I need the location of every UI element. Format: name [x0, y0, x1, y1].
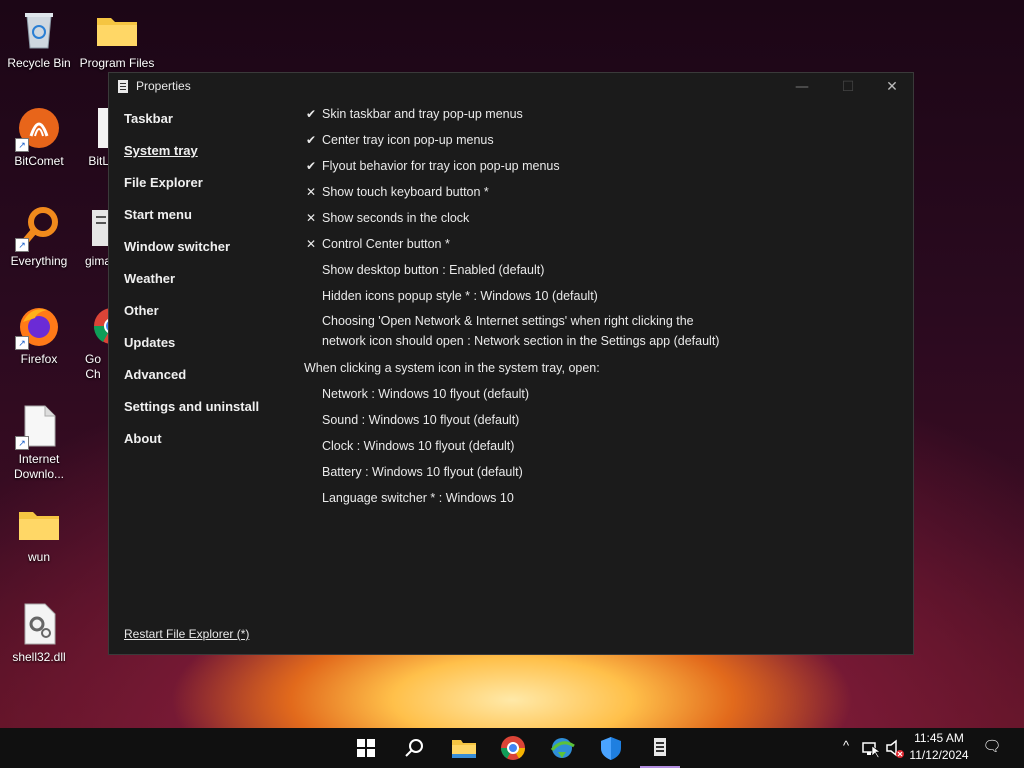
nav-item-weather[interactable]: Weather: [124, 271, 175, 286]
document-icon: ↗: [15, 404, 61, 450]
tray-network-button[interactable]: [860, 734, 882, 762]
restart-file-explorer-link[interactable]: Restart File Explorer (*): [124, 627, 249, 641]
desktop-icon-shell32-dll[interactable]: shell32.dll: [0, 602, 78, 665]
clock-date: 11/12/2024: [909, 748, 969, 762]
desktop-icon-label: Everything: [10, 254, 68, 268]
network-icon: [862, 742, 881, 759]
clock-time: 11:45 AM: [914, 731, 964, 745]
shortcut-arrow-icon: ↗: [15, 336, 29, 350]
desktop-icon-label: wun: [27, 550, 50, 564]
setting-label: Skin taskbar and tray pop-up menus: [322, 107, 523, 121]
setting-label: Choosing 'Open Network & Internet settin…: [322, 314, 720, 348]
desktop-icon-label: Go Ch: [84, 352, 101, 381]
desktop-icon-bitcomet[interactable]: ↗ BitComet: [0, 106, 78, 169]
setting-label: Network : Windows 10 flyout (default): [322, 387, 530, 401]
desktop-icon-program-files[interactable]: Program Files: [78, 8, 156, 71]
taskbar-windows-security[interactable]: [597, 734, 625, 762]
desktop-icon-label: gima: [84, 254, 110, 268]
cross-icon: ✕: [305, 211, 317, 225]
folder-icon: [17, 502, 61, 546]
notification-center-button[interactable]: 🗨: [980, 737, 1004, 755]
shortcut-arrow-icon: ↗: [15, 436, 29, 450]
tray-clock[interactable]: 11:45 AM 11/12/2024: [906, 731, 972, 762]
desktop-icon-gima[interactable]: gima: [78, 206, 110, 269]
recycle-bin-icon: [17, 8, 61, 52]
nav-item-system-tray[interactable]: System tray: [124, 143, 198, 158]
chrome-icon: [500, 736, 526, 760]
close-button[interactable]: ✕: [869, 73, 915, 101]
search-icon: [405, 739, 423, 757]
setting-label: Center tray icon pop-up menus: [322, 133, 494, 147]
start-button[interactable]: [352, 734, 380, 762]
desktop-icon-label: Program Files: [79, 56, 155, 70]
setting-label: Battery : Windows 10 flyout (default): [322, 465, 523, 479]
properties-window: Properties — ☐ ✕ Taskbar System tray Fil…: [108, 72, 914, 655]
nav-item-file-explorer[interactable]: File Explorer: [124, 175, 203, 190]
taskbar-properties-app[interactable]: [640, 734, 680, 768]
taskbar-search-button[interactable]: [400, 734, 428, 762]
speaker-muted-icon: [886, 739, 904, 758]
cross-icon: ✕: [305, 237, 317, 251]
document-icon: [90, 206, 110, 250]
nav-item-start-menu[interactable]: Start menu: [124, 207, 192, 222]
folder-icon: [452, 740, 476, 758]
desktop-icon-everything[interactable]: ↗ Everything: [0, 206, 78, 269]
taskbar-internet-download-manager[interactable]: [548, 734, 576, 762]
nav-item-advanced[interactable]: Advanced: [124, 367, 186, 382]
maximize-button[interactable]: ☐: [825, 73, 871, 101]
nav-item-about[interactable]: About: [124, 431, 162, 446]
notification-icon: 🗨: [982, 738, 1002, 755]
setting-label: Hidden icons popup style * : Windows 10 …: [322, 289, 598, 303]
section-heading-label: When clicking a system icon in the syste…: [304, 361, 600, 375]
desktop-icon-label: shell32.dll: [12, 650, 66, 664]
desktop-icon-firefox[interactable]: ↗ Firefox: [0, 304, 78, 367]
window-title: Properties: [136, 79, 191, 93]
desktop-icon-wun[interactable]: wun: [0, 502, 78, 565]
shield-icon: [601, 737, 621, 760]
chrome-icon: [92, 304, 108, 348]
shortcut-arrow-icon: ↗: [15, 238, 29, 252]
nav-item-taskbar[interactable]: Taskbar: [124, 111, 173, 126]
taskbar: ^ 11:45 AM 11/12/2024 🗨: [0, 728, 1024, 768]
checkmark-icon: ✔: [305, 107, 317, 121]
setting-label: Show seconds in the clock: [322, 211, 470, 225]
setting-label: Control Center button *: [322, 237, 450, 251]
folder-icon: [95, 8, 139, 52]
tray-volume-button[interactable]: [884, 734, 906, 762]
setting-label: Show touch keyboard button *: [322, 185, 489, 199]
setting-label: Show desktop button : Enabled (default): [322, 263, 545, 277]
desktop-icon-label: BitComet: [14, 154, 64, 168]
setting-label: Clock : Windows 10 flyout (default): [322, 439, 515, 453]
gear-file-icon: [17, 602, 61, 646]
windows-logo-icon: [357, 739, 375, 757]
app-document-icon: [118, 80, 128, 93]
app-document-icon: [654, 738, 666, 756]
minimize-button[interactable]: —: [779, 73, 825, 101]
firefox-icon: ↗: [15, 304, 61, 350]
setting-label: Language switcher * : Windows 10: [322, 491, 514, 505]
nav-item-settings-and-uninstall[interactable]: Settings and uninstall: [124, 399, 259, 414]
nav-item-window-switcher[interactable]: Window switcher: [124, 239, 230, 254]
desktop-icon-label: Recycle Bin: [7, 56, 71, 70]
setting-label: Sound : Windows 10 flyout (default): [322, 413, 520, 427]
desktop-icon-label: Firefox: [20, 352, 58, 366]
cross-icon: ✕: [305, 185, 317, 199]
window-titlebar[interactable]: Properties — ☐ ✕: [109, 73, 913, 101]
desktop-icon-internet-download-manager[interactable]: ↗ Internet Downlo...: [0, 404, 78, 482]
nav-item-other[interactable]: Other: [124, 303, 159, 318]
desktop-icon-google-chrome[interactable]: Go Ch: [78, 304, 108, 382]
nav-item-updates[interactable]: Updates: [124, 335, 175, 350]
setting-label: Flyout behavior for tray icon pop-up men…: [322, 159, 560, 173]
desktop-icon-recycle-bin[interactable]: Recycle Bin: [0, 8, 78, 71]
search-magnifier-icon: ↗: [15, 206, 61, 252]
desktop-icon-label: Internet Downlo...: [13, 452, 65, 481]
show-hidden-icons-chevron[interactable]: ^: [838, 738, 854, 753]
checkmark-icon: ✔: [305, 159, 317, 173]
taskbar-file-explorer[interactable]: [450, 734, 478, 762]
taskbar-chrome[interactable]: [499, 734, 527, 762]
globe-download-icon: [550, 738, 575, 758]
shortcut-arrow-icon: ↗: [15, 138, 29, 152]
checkmark-icon: ✔: [305, 133, 317, 147]
bitcomet-icon: ↗: [15, 106, 61, 152]
